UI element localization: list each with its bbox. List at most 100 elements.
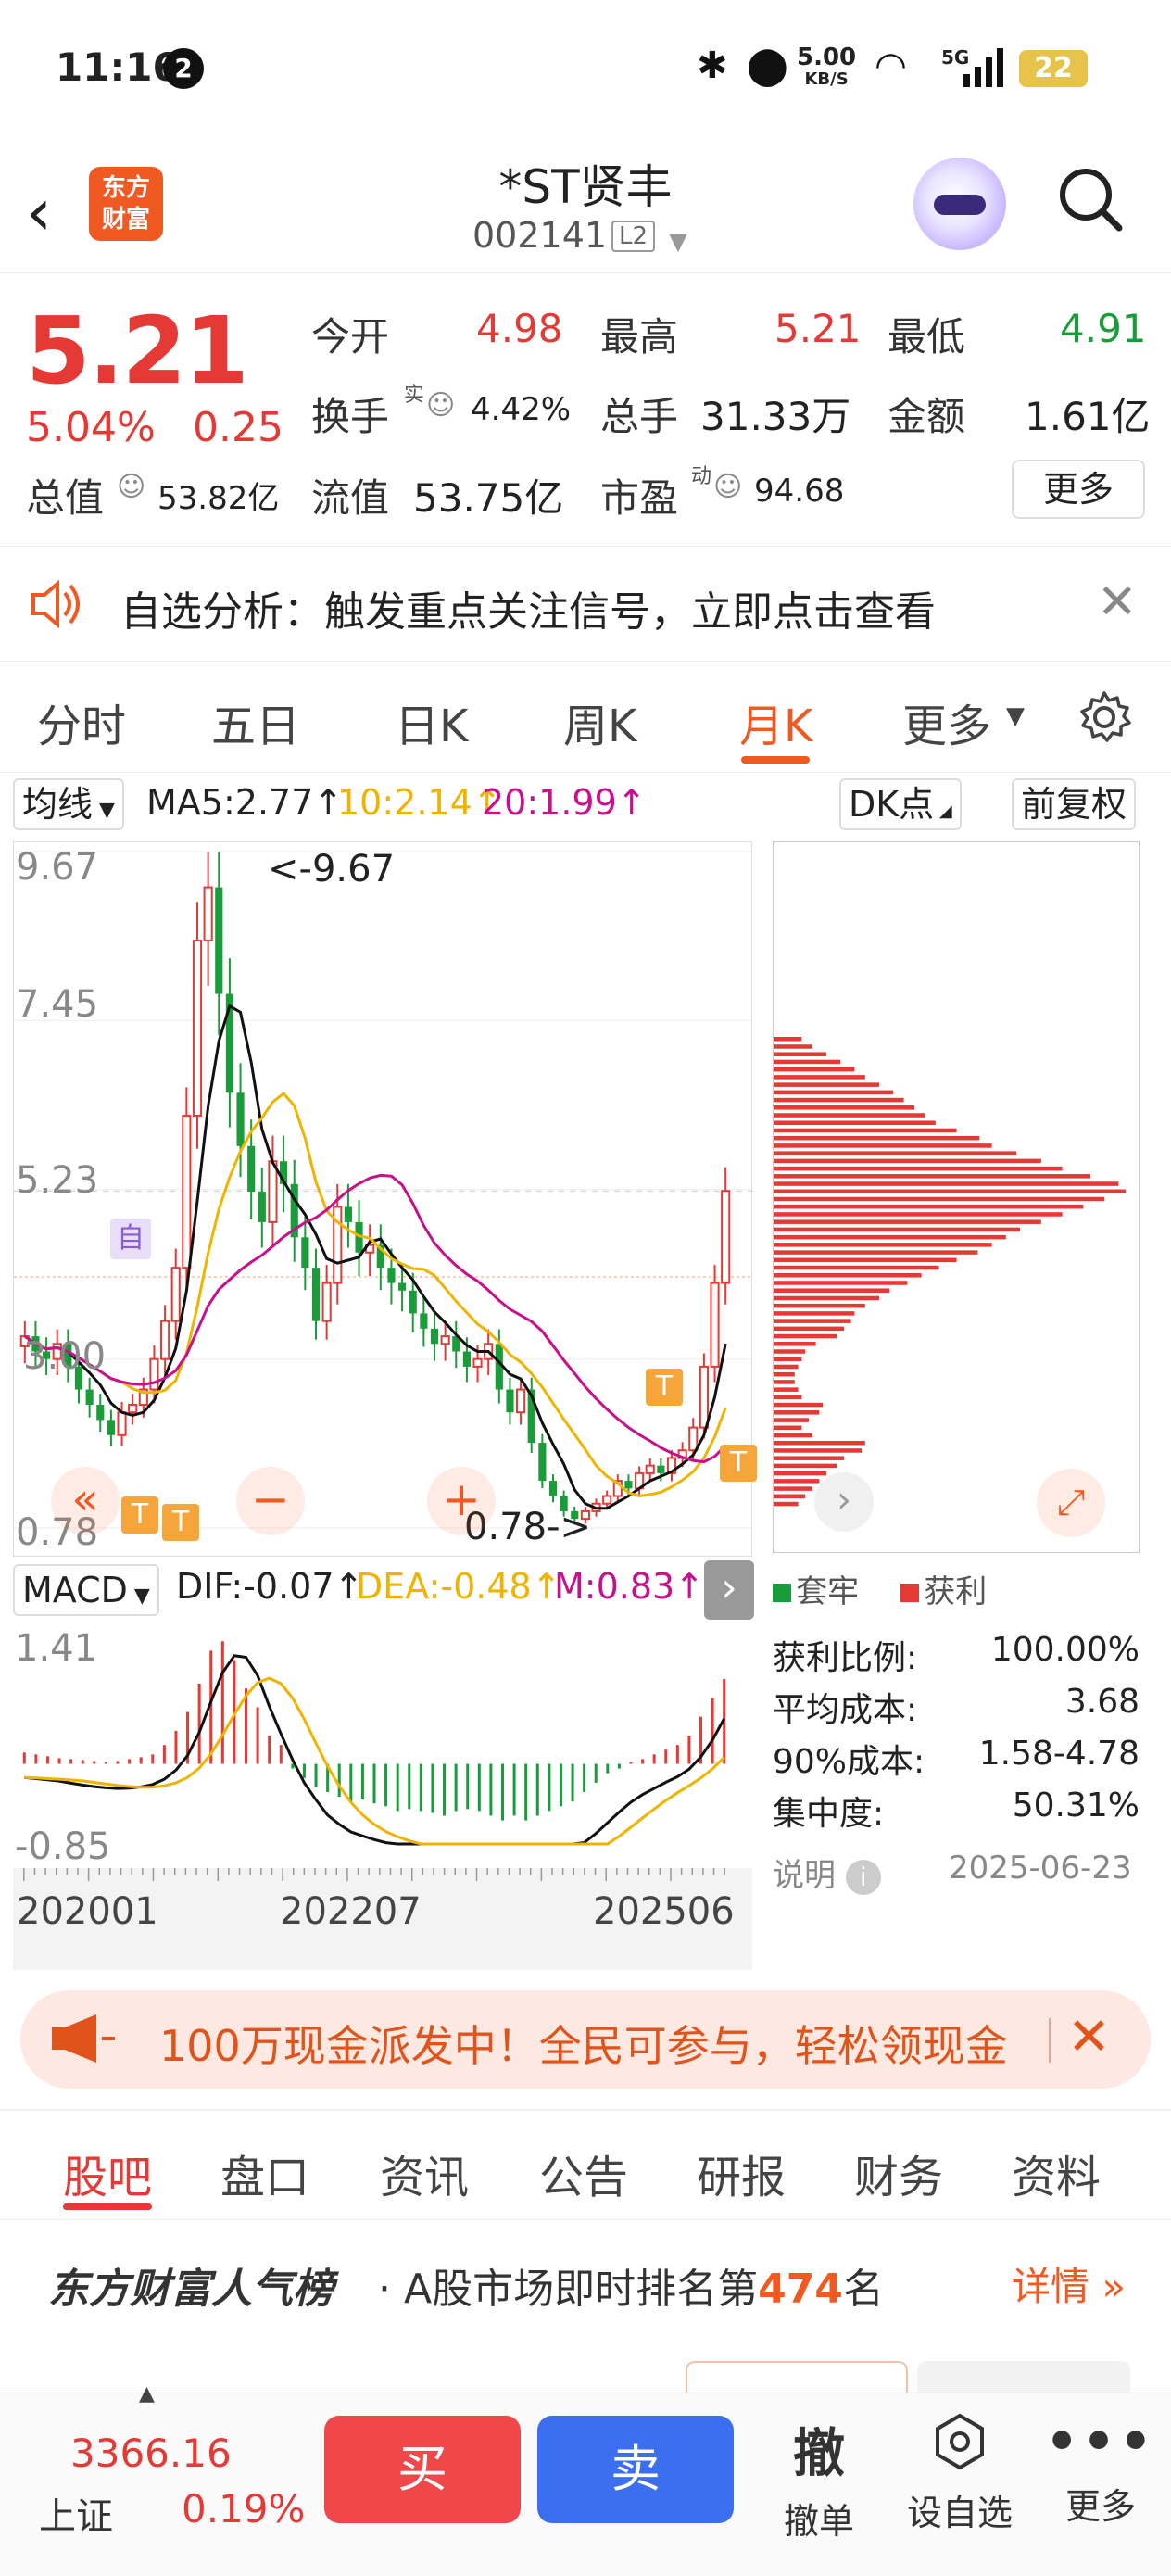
zoom-in-icon[interactable]: + bbox=[427, 1467, 496, 1535]
chevron-down-icon[interactable]: ▼ bbox=[669, 228, 687, 256]
cash-promo-banner[interactable]: 100万现金派发中！全民可参与，轻松领现金 ✕ bbox=[20, 1990, 1151, 2089]
candle-body bbox=[420, 1313, 428, 1329]
chip-bar bbox=[774, 1075, 865, 1080]
candle-body bbox=[472, 1357, 483, 1368]
t-signal-marker[interactable]: T bbox=[720, 1445, 757, 1482]
chevron-right-icon[interactable]: › bbox=[814, 1472, 874, 1532]
add-watchlist-button[interactable]: 设自选 bbox=[904, 2412, 1015, 2535]
tab-profile[interactable]: 资料 bbox=[1012, 2140, 1101, 2205]
cancel-order-button[interactable]: 撤 撤单 bbox=[763, 2412, 875, 2544]
candle-body bbox=[258, 1192, 266, 1222]
tab-more[interactable]: 更多 bbox=[902, 689, 991, 754]
chip-bar bbox=[774, 1349, 806, 1354]
kline-chart[interactable]: 9.67 7.45 5.23 3.00 0.78 <-9.67 0.78-> 自… bbox=[13, 841, 757, 1557]
close-icon[interactable]: ✕ bbox=[1067, 2007, 1111, 2067]
y-tick-label: 5.23 bbox=[16, 1159, 99, 1202]
tab-five-day[interactable]: 五日 bbox=[211, 689, 300, 754]
caret-up-icon[interactable]: ▲ bbox=[139, 2382, 155, 2406]
more-quote-button[interactable]: 更多 bbox=[1012, 460, 1145, 519]
stock-code: 002141 bbox=[472, 215, 608, 256]
chip-date: 2025-06-23 bbox=[949, 1850, 1132, 1887]
chevron-right-icon[interactable]: › bbox=[704, 1560, 754, 1620]
chip-bar bbox=[774, 1501, 799, 1507]
pe-sup: 动 bbox=[691, 465, 712, 488]
candle-body bbox=[321, 1282, 332, 1322]
level2-badge[interactable]: L2 bbox=[611, 221, 656, 252]
chip-bar bbox=[774, 1387, 799, 1392]
close-icon[interactable]: ✕ bbox=[1097, 575, 1138, 630]
chip-bar bbox=[774, 1410, 820, 1415]
t-signal-marker[interactable]: T bbox=[162, 1504, 199, 1541]
candle-body bbox=[602, 1495, 612, 1505]
chip-note-link[interactable]: 说明 i bbox=[773, 1850, 881, 1895]
indicator-selector[interactable]: 均线 ▼ bbox=[13, 778, 124, 830]
candle-body bbox=[96, 1404, 105, 1421]
change-percent: 5.04% bbox=[26, 404, 156, 451]
tab-weekly-k[interactable]: 周K bbox=[563, 689, 636, 754]
chip-bar bbox=[774, 1243, 992, 1247]
sort-toggle-partial[interactable] bbox=[917, 2361, 1130, 2393]
dk-point-selector[interactable]: DK点 ◢ bbox=[839, 778, 962, 830]
candle-body bbox=[301, 1237, 309, 1269]
dif-value: DIF:-0.07↑ bbox=[176, 1566, 364, 1607]
sort-toggle-partial[interactable] bbox=[686, 2361, 908, 2393]
popularity-rank[interactable]: 东方财富人气榜 · A股市场即时排名第474名 详情 » bbox=[0, 2220, 1171, 2331]
assistant-robot-icon[interactable] bbox=[913, 158, 1006, 250]
adjust-selector[interactable]: 前复权 bbox=[1012, 778, 1137, 830]
zoom-out-icon[interactable]: − bbox=[236, 1467, 305, 1535]
info-icon[interactable]: ☺ bbox=[117, 471, 145, 503]
rank-detail-link[interactable]: 详情 » bbox=[1012, 2255, 1126, 2312]
macd-selector[interactable]: MACD ▼ bbox=[13, 1564, 159, 1616]
tab-orderbook[interactable]: 盘口 bbox=[220, 2140, 309, 2205]
chip-bar bbox=[774, 1479, 820, 1484]
tab-research[interactable]: 研报 bbox=[697, 2140, 786, 2205]
self-select-marker[interactable]: 自 bbox=[110, 1219, 151, 1259]
buy-button[interactable]: 买 bbox=[324, 2416, 521, 2523]
t-signal-marker[interactable]: T bbox=[121, 1496, 158, 1534]
network-speed: 5.00 KB/S bbox=[797, 44, 857, 89]
chip-bar bbox=[774, 1295, 879, 1301]
candle-body bbox=[215, 887, 223, 994]
high-value: 5.21 bbox=[774, 306, 862, 351]
candle-body bbox=[85, 1389, 94, 1405]
trade-footer: ▲ 3366.16 上证 0.19% 买 卖 撤 撤单 设自选 ••• 更多 bbox=[0, 2382, 1171, 2576]
ma10-value: 10:2.14↑ bbox=[337, 782, 502, 823]
tab-announcements[interactable]: 公告 bbox=[539, 2140, 628, 2205]
macd-y-top: 1.41 bbox=[15, 1627, 98, 1670]
chip-bar bbox=[774, 1273, 922, 1278]
volume-value: 31.33万 bbox=[700, 394, 851, 439]
tab-monthly-k[interactable]: 月K bbox=[739, 689, 812, 754]
index-name: 上证 bbox=[39, 2495, 113, 2538]
battery-indicator: 22 bbox=[1019, 50, 1088, 87]
profit-legend-swatch bbox=[900, 1584, 920, 1602]
expand-icon[interactable]: ⤢ bbox=[1037, 1469, 1105, 1537]
t-signal-marker[interactable]: T bbox=[646, 1369, 683, 1406]
tab-financials[interactable]: 财务 bbox=[854, 2140, 943, 2205]
caret-down-icon[interactable]: ▼ bbox=[1006, 702, 1025, 730]
more-button[interactable]: ••• 更多 bbox=[1045, 2412, 1156, 2529]
chip-bar bbox=[774, 1395, 802, 1400]
macd-chart[interactable]: 1.41 -0.85 bbox=[13, 1622, 752, 1868]
scroll-left-icon[interactable]: « bbox=[51, 1467, 120, 1535]
sell-button[interactable]: 卖 bbox=[537, 2416, 734, 2523]
chip-bar bbox=[774, 1052, 826, 1056]
chip-distribution[interactable]: › ⤢ bbox=[773, 841, 1140, 1553]
quote-panel: 5.21 5.04% 0.25 今开 4.98 最高 5.21 最低 4.91 … bbox=[0, 274, 1171, 547]
analysis-notice[interactable]: 自选分析：触发重点关注信号，立即点击查看 ✕ bbox=[0, 547, 1171, 662]
chip-bar bbox=[774, 1494, 806, 1499]
mktcap-label: 总值 bbox=[26, 475, 105, 521]
tab-daily-k[interactable]: 日K bbox=[395, 689, 468, 754]
tab-news[interactable]: 资讯 bbox=[380, 2140, 469, 2205]
rank-text: · A股市场即时排名第474名 bbox=[378, 2266, 884, 2313]
macd-y-bottom: -0.85 bbox=[15, 1825, 111, 1868]
info-icon[interactable]: ☺ bbox=[426, 389, 455, 422]
gear-icon[interactable] bbox=[1077, 689, 1132, 745]
chart-toolbar: 均线 ▼ MA5:2.77↑ 10:2.14↑ 20:1.99↑ DK点 ◢ 前… bbox=[0, 773, 1171, 838]
index-value[interactable]: 3366.16 bbox=[70, 2431, 232, 2476]
search-icon[interactable] bbox=[1058, 167, 1123, 232]
chip-stat-value: 1.58-4.78 bbox=[978, 1735, 1140, 1773]
tab-intraday[interactable]: 分时 bbox=[37, 689, 126, 754]
info-icon[interactable]: ☺ bbox=[713, 471, 742, 503]
tab-forum[interactable]: 股吧 bbox=[63, 2140, 152, 2205]
chip-bar bbox=[774, 1158, 1041, 1164]
